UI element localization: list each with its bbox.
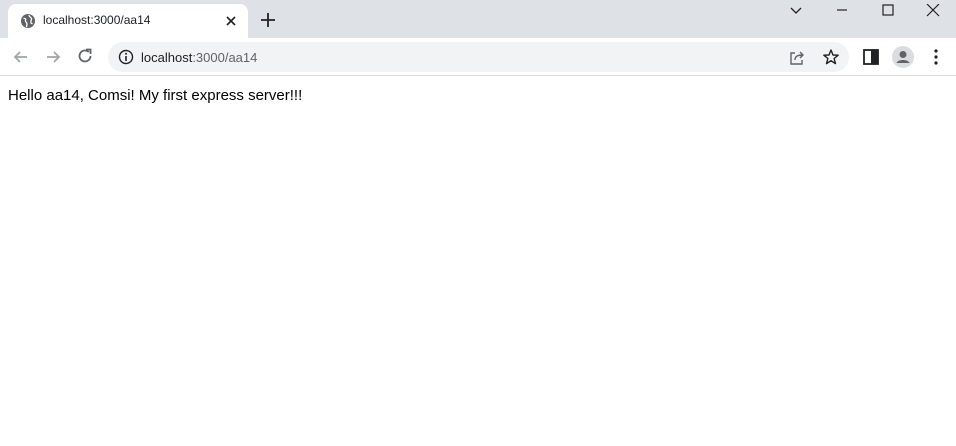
minimize-button[interactable]: [819, 0, 865, 22]
tab-close-icon[interactable]: [223, 13, 239, 29]
tab-search-button[interactable]: [773, 0, 819, 22]
profile-icon[interactable]: [891, 45, 915, 69]
close-icon: [926, 4, 940, 17]
minimize-icon: [837, 9, 847, 11]
reload-icon[interactable]: [75, 46, 95, 66]
tab-search-chevron-icon: [790, 7, 802, 14]
info-icon[interactable]: [118, 49, 134, 65]
more-menu-icon[interactable]: [926, 47, 946, 67]
share-icon[interactable]: [789, 49, 806, 66]
star-icon[interactable]: [822, 48, 840, 66]
new-tab-icon[interactable]: [259, 11, 277, 29]
close-window-button[interactable]: [910, 0, 956, 22]
forward-arrow-icon[interactable]: [43, 47, 63, 67]
tab-localhost[interactable]: localhost:3000/aa14: [8, 4, 248, 38]
maximize-icon: [882, 4, 894, 16]
maximize-button[interactable]: [865, 0, 911, 22]
tab-title: localhost:3000/aa14: [43, 13, 151, 27]
address-bar[interactable]: localhost:3000/aa14: [108, 42, 849, 72]
side-panel-icon[interactable]: [861, 47, 881, 67]
url-host: localhost: [141, 50, 193, 65]
url-text[interactable]: localhost:3000/aa14: [141, 50, 257, 65]
url-path: :3000/aa14: [192, 50, 258, 65]
back-arrow-icon[interactable]: [11, 47, 31, 67]
browser-toolbar: localhost:3000/aa14: [0, 38, 956, 76]
page-body-text: Hello aa14, Comsi! My first express serv…: [8, 87, 303, 104]
tab-strip: localhost:3000/aa14: [0, 0, 956, 38]
globe-icon: [21, 14, 35, 28]
